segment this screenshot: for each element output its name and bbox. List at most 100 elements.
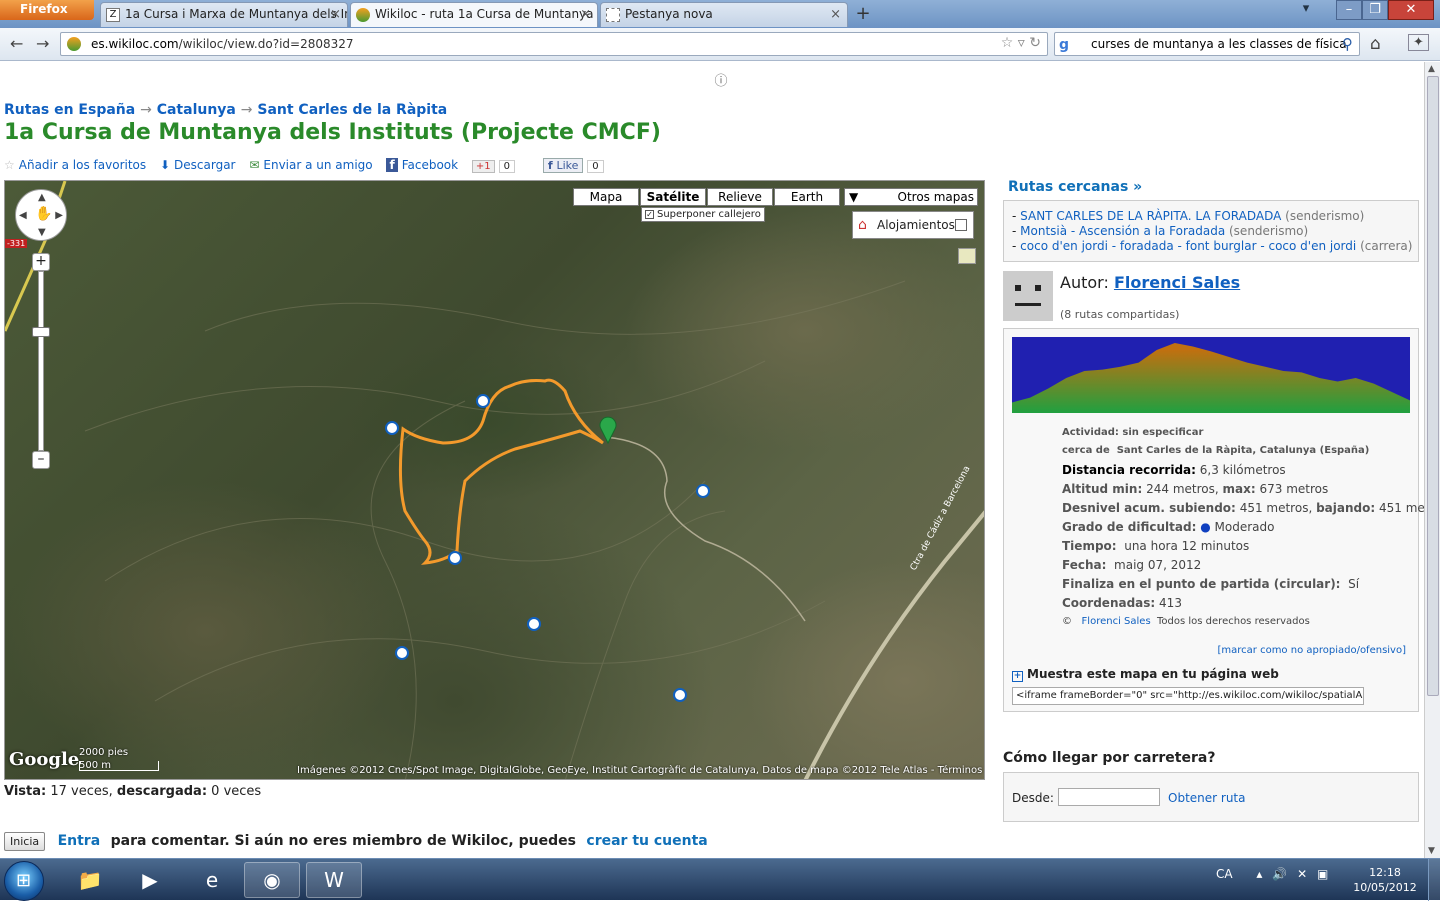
pan-down-icon[interactable]: ▼ [38, 227, 46, 238]
time: Tiempo: una hora 12 minutos [1062, 539, 1250, 553]
word-taskbar-icon[interactable]: W [306, 862, 362, 898]
map-thumbnail-icon[interactable] [958, 248, 976, 264]
copyright-author-link[interactable]: Florenci Sales [1082, 616, 1151, 627]
firefox-menu-button[interactable]: Firefox [0, 0, 94, 20]
navigation-toolbar: ← → es.wikiloc.com/wikiloc/view.do?id=28… [0, 28, 1440, 61]
close-tab-icon[interactable]: × [830, 3, 841, 26]
author-avatar[interactable] [1003, 271, 1053, 321]
route-map[interactable]: Ctra de Cádiz a Barcelona -331 ▲ ▼ ◀ ▶ ✋… [4, 180, 985, 780]
close-window-icon[interactable]: ✕ [1388, 0, 1434, 20]
nearby-routes-title[interactable]: Rutas cercanas » [1008, 179, 1142, 195]
reload-icon[interactable]: ↻ [1029, 35, 1041, 51]
report-link[interactable]: [marcar como no apropiado/ofensivo] [1218, 645, 1407, 656]
distance: Distancia recorrida: 6,3 kilómetros [1062, 463, 1286, 477]
pan-right-icon[interactable]: ▶ [55, 210, 63, 221]
address-bar[interactable]: es.wikiloc.com/wikiloc/view.do?id=280832… [60, 32, 1048, 56]
create-account-link[interactable]: crear tu cuenta [586, 833, 707, 849]
map-type-earth[interactable]: Earth [774, 188, 840, 206]
media-player-icon[interactable]: ▶ [122, 862, 178, 898]
expand-plus-icon[interactable]: + [1012, 671, 1023, 682]
facebook-like-button[interactable]: f Like [542, 158, 584, 173]
author-name-link[interactable]: Florenci Sales [1114, 273, 1240, 292]
map-type-relief[interactable]: Relieve [707, 188, 773, 206]
maximize-icon[interactable]: ❐ [1362, 0, 1388, 20]
firefox-taskbar-icon[interactable]: ◉ [244, 862, 300, 898]
tab-new[interactable]: Pestanya nova × [600, 2, 848, 27]
minimize-icon[interactable]: – [1336, 0, 1362, 20]
login-link[interactable]: Entra [58, 833, 101, 849]
zoom-in-button[interactable]: + [32, 253, 50, 271]
site-identity-icon[interactable] [67, 37, 81, 51]
google-logo[interactable]: Google [9, 749, 79, 770]
breadcrumb-spain[interactable]: Rutas en España [4, 102, 135, 118]
zoom-slider-handle[interactable] [32, 327, 50, 337]
back-icon[interactable]: ← [10, 34, 23, 53]
bookmark-star-icon[interactable]: ☆ [1001, 35, 1014, 51]
explorer-folder-icon[interactable]: 📁 [62, 862, 118, 898]
scroll-up-icon[interactable]: ▲ [1428, 64, 1435, 74]
star-icon: ☆ [4, 158, 15, 172]
lodging-toggle[interactable]: ⌂ Alojamientos [852, 211, 974, 239]
google-plus-button[interactable]: +1 [471, 160, 495, 173]
map-type-mapa[interactable]: Mapa [573, 188, 639, 206]
nearby-route-link[interactable]: coco d'en jordi - foradada - font burgla… [1020, 239, 1356, 253]
pan-up-icon[interactable]: ▲ [38, 192, 46, 203]
lodging-checkbox[interactable] [955, 219, 967, 231]
home-icon[interactable]: ⌂ [1370, 34, 1381, 54]
info-icon[interactable]: ⓘ [710, 70, 732, 89]
forward-icon[interactable]: → [36, 34, 49, 53]
show-hidden-icons-icon[interactable]: ▴ [1256, 867, 1262, 881]
close-tab-icon[interactable]: × [330, 3, 341, 26]
language-indicator[interactable]: CA [1216, 867, 1233, 881]
pan-left-icon[interactable]: ◀ [19, 210, 27, 221]
checkbox-checked-icon[interactable]: ✓ [645, 210, 654, 219]
zoom-slider-track[interactable] [38, 271, 44, 451]
page-scrollbar[interactable]: ▲ ▼ [1424, 62, 1440, 858]
download-link[interactable]: ⬇ Descargar [160, 158, 236, 172]
internet-explorer-icon[interactable]: e [184, 862, 240, 898]
facebook-icon: f [386, 158, 398, 172]
overlay-streets-toggle[interactable]: ✓ Superponer callejero [641, 207, 765, 222]
volume-icon[interactable]: 🔊 [1272, 867, 1287, 881]
search-box[interactable]: g curses de muntanya a les classes de fí… [1054, 32, 1360, 56]
action-center-icon[interactable]: ▣ [1317, 867, 1328, 881]
send-friend-link[interactable]: ✉ Enviar a un amigo [249, 158, 372, 172]
map-pan-control[interactable]: ▲ ▼ ◀ ▶ ✋ [15, 189, 67, 241]
tab-cursa-marxa[interactable]: Z 1a Cursa i Marxa de Muntanya dels In..… [100, 2, 348, 27]
start-button[interactable]: ⊞ [4, 861, 44, 901]
network-icon[interactable]: ✕ [1297, 867, 1307, 881]
search-icon[interactable]: ⚲ [1342, 35, 1353, 53]
map-type-satellite[interactable]: Satélite [640, 188, 706, 206]
history-dropdown-icon[interactable]: ▿ [1018, 35, 1025, 51]
windows-logo-icon: ⊞ [16, 870, 32, 891]
embed-code-field[interactable]: <iframe frameBorder="0" src="http://es.w… [1012, 687, 1364, 705]
elevation-profile[interactable] [1012, 337, 1410, 413]
google-search-engine-icon[interactable]: g [1059, 37, 1075, 53]
tab-wikiloc[interactable]: Wikiloc - ruta 1a Cursa de Muntanya ... … [350, 2, 598, 27]
show-desktop-button[interactable] [1428, 859, 1440, 901]
zoom-out-button[interactable]: – [32, 451, 50, 469]
breadcrumb-catalunya[interactable]: Catalunya [157, 102, 236, 118]
hand-drag-icon[interactable]: ✋ [35, 206, 52, 222]
breadcrumb-sant-carles[interactable]: Sant Carles de la Ràpita [257, 102, 447, 118]
facebook-link[interactable]: f Facebook [386, 158, 458, 172]
addon-bar-icon[interactable]: ✦ [1408, 34, 1429, 51]
scrollbar-thumb[interactable] [1427, 76, 1439, 696]
scroll-down-icon[interactable]: ▼ [1428, 846, 1435, 856]
from-input[interactable] [1058, 788, 1160, 806]
facebook-icon: f [547, 159, 557, 172]
taskbar-clock[interactable]: 12:18 10/05/2012 [1352, 865, 1418, 895]
nearby-route-link[interactable]: Montsià - Ascensión a la Foradada [1020, 224, 1225, 238]
search-input-text: curses de muntanya a les classes de físi… [1091, 37, 1347, 51]
new-tab-button[interactable]: + [850, 3, 876, 26]
embed-toggle[interactable]: + Muestra este mapa en tu página web [1012, 667, 1279, 682]
nearby-route-link[interactable]: SANT CARLES DE LA RÀPITA. LA FORADADA [1020, 209, 1281, 223]
map-overlay-layer: Ctra de Cádiz a Barcelona [5, 181, 984, 779]
tab-list-icon[interactable]: ▾ [1296, 0, 1316, 20]
other-maps-dropdown[interactable]: ▼ Otros mapas [844, 188, 978, 206]
tab-label: Wikiloc - ruta 1a Cursa de Muntanya ... [375, 7, 598, 21]
close-tab-icon[interactable]: × [580, 3, 591, 26]
inicia-button[interactable]: Inicia [4, 832, 46, 851]
get-route-link[interactable]: Obtener ruta [1168, 791, 1245, 805]
add-favorites-link[interactable]: ☆ Añadir a los favoritos [4, 158, 146, 172]
